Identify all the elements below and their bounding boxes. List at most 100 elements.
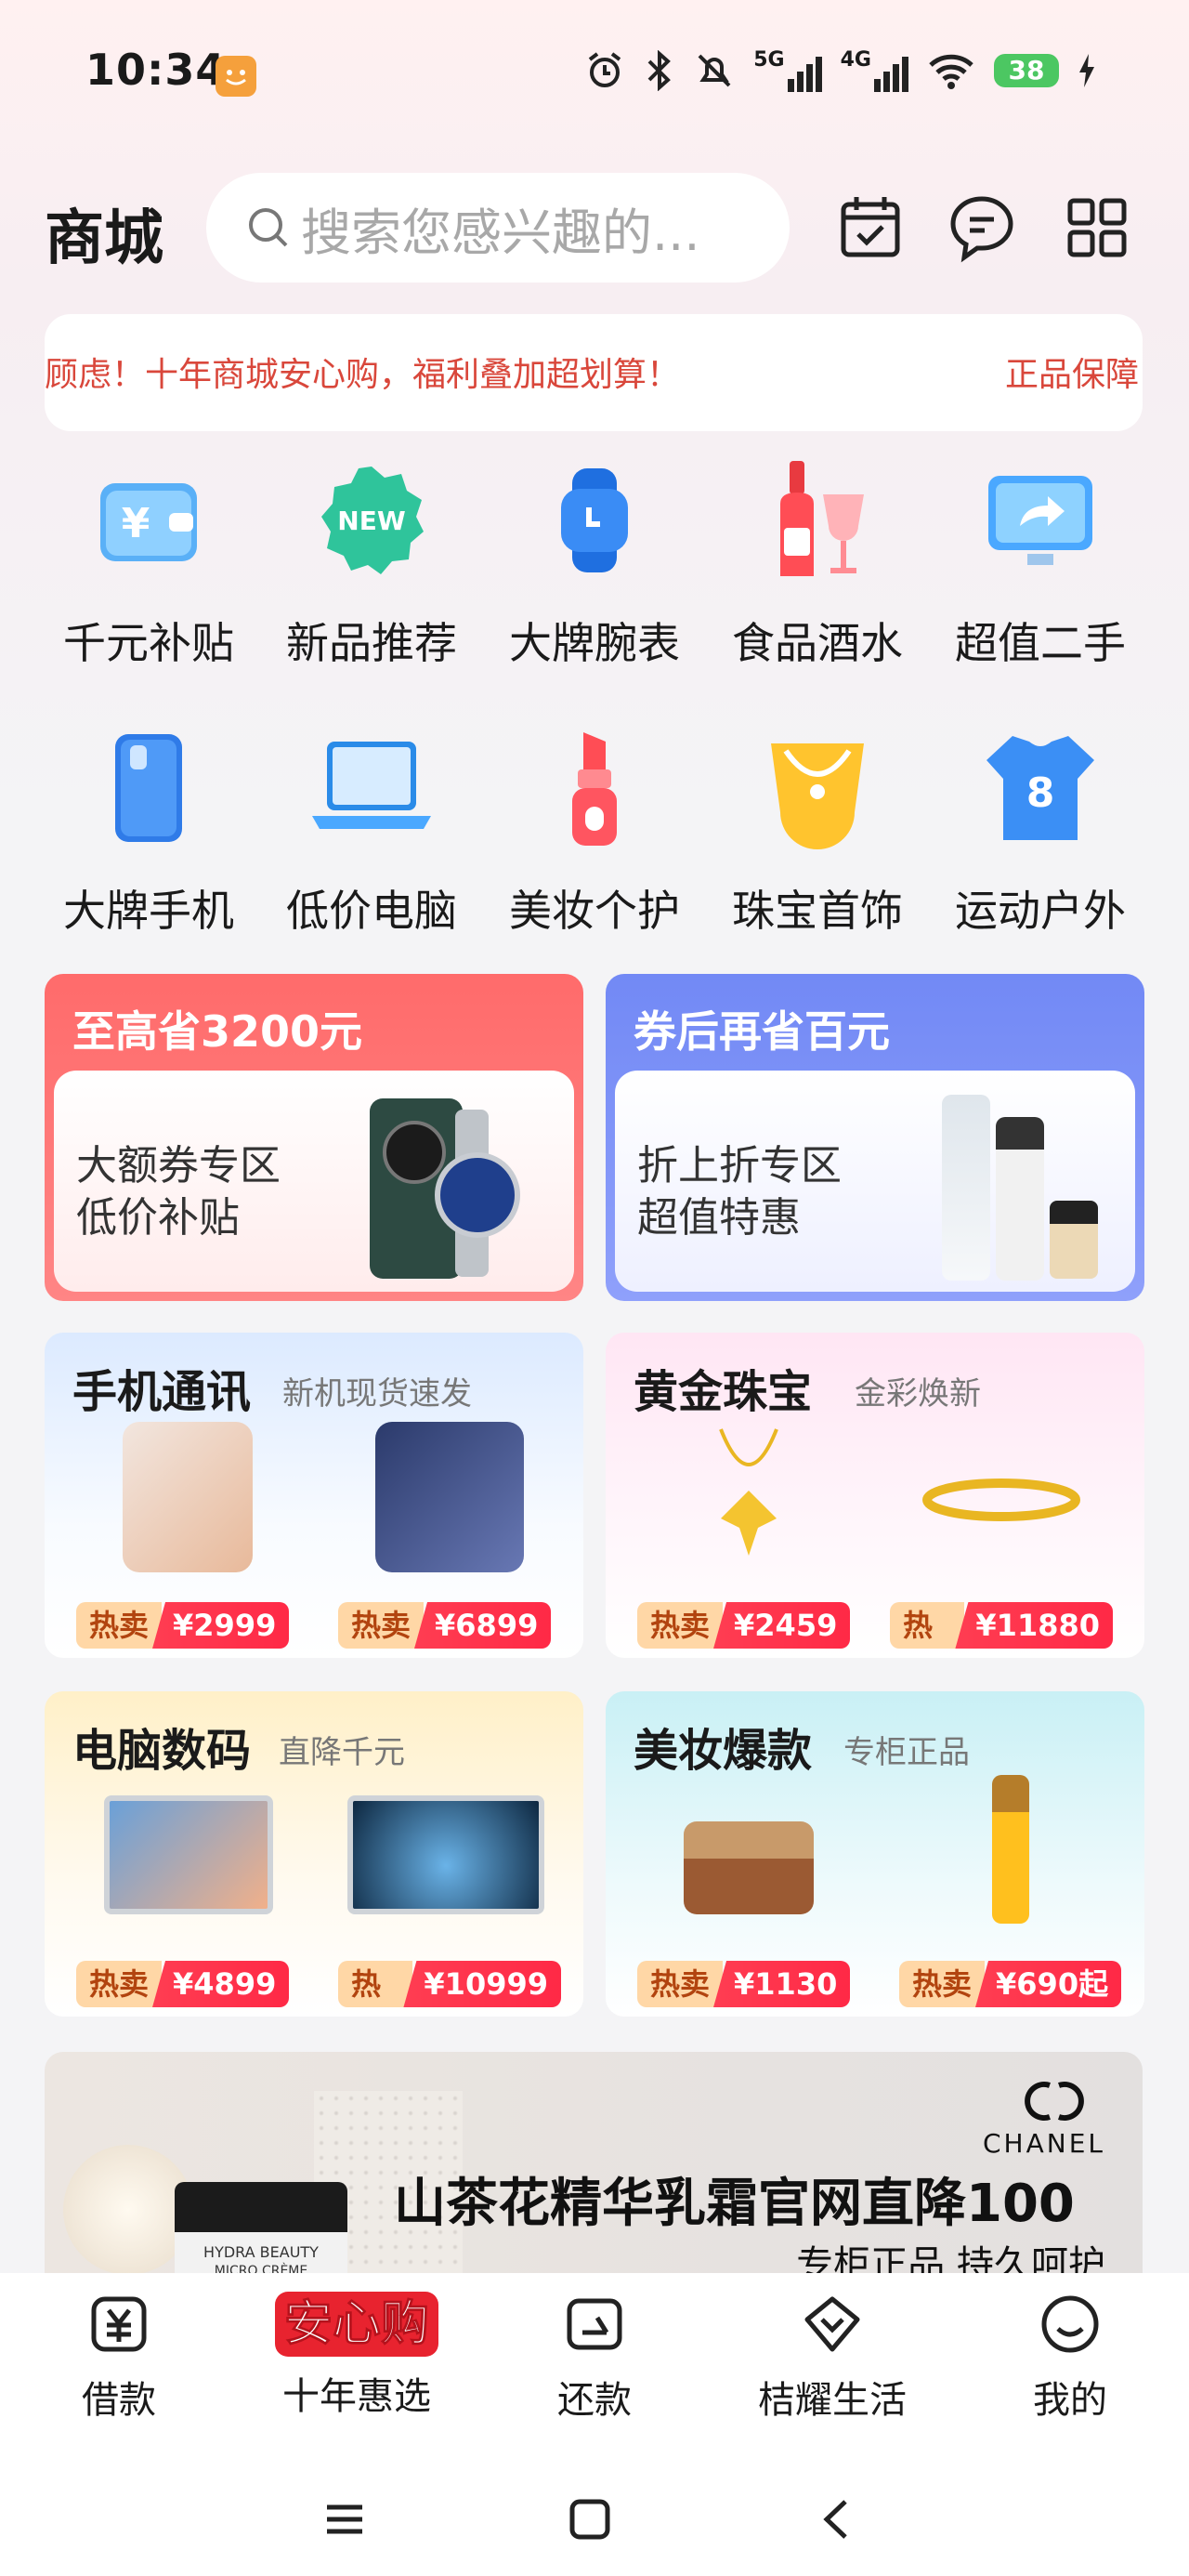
product-card-computers[interactable]: 电脑数码 直降千元 热卖¥4899 热卖¥10999 <box>45 1691 583 2017</box>
grid-menu-icon[interactable] <box>1061 191 1133 264</box>
category-sports[interactable]: 8 运动户外 <box>938 723 1143 939</box>
promo-heading: 券后再省百元 <box>634 1006 890 1057</box>
macbook-image <box>347 1795 544 1914</box>
battery-indicator: 38 <box>994 53 1059 87</box>
category-phone[interactable]: 大牌手机 <box>46 723 251 939</box>
nav-item-selection[interactable]: 安心购 十年惠选 <box>255 2292 459 2420</box>
essence-bottle-image <box>996 1117 1044 1281</box>
jar-label: HYDRA BEAUTY <box>203 2243 319 2261</box>
nav-label: 我的 <box>1033 2379 1107 2422</box>
promo-card-discount[interactable]: 券后再省百元 折上折专区 超值特惠 <box>606 974 1144 1301</box>
product-card-subtitle: 新机现货速发 <box>282 1375 472 1413</box>
promo-heading: 至高省3200元 <box>72 1006 363 1057</box>
wine-icon <box>752 455 882 585</box>
product-item[interactable]: 热卖 ¥4899 <box>76 1775 299 2007</box>
product-card-subtitle: 金彩焕新 <box>855 1375 981 1413</box>
laptop-image <box>104 1795 273 1914</box>
product-card-subtitle: 专柜正品 <box>843 1734 970 1771</box>
camellia-flower-image <box>63 2145 193 2275</box>
product-item[interactable]: 热卖 ¥690起 <box>899 1775 1122 2007</box>
promo-line2: 低价补贴 <box>76 1194 240 1242</box>
product-item[interactable]: 热卖 ¥6899 <box>338 1416 561 1649</box>
repay-icon <box>567 2298 622 2350</box>
category-secondhand[interactable]: 超值二手 <box>938 455 1143 671</box>
category-label: 新品推荐 <box>286 618 457 668</box>
notice-bar[interactable]: 顾虑！十年商城安心购，福利叠加超划算！ 正品保障 <box>45 314 1143 431</box>
category-new[interactable]: NEW 新品推荐 <box>269 455 474 671</box>
product-card-title: 电脑数码 <box>72 1725 252 1777</box>
search-icon <box>249 208 288 247</box>
category-subsidy[interactable]: ¥ 千元补贴 <box>46 455 251 671</box>
price-tag: 热卖¥10999 <box>338 1961 561 2007</box>
app-notification-icon <box>216 56 256 97</box>
category-label: 低价电脑 <box>286 886 457 936</box>
system-nav-bar <box>0 2459 1189 2576</box>
nav-label: 十年惠选 <box>282 2375 431 2418</box>
nav-item-life[interactable]: 桔耀生活 <box>730 2292 934 2424</box>
home-icon[interactable] <box>567 2496 613 2543</box>
bottom-nav: 借款 安心购 十年惠选 还款 桔耀生活 我的 <box>0 2273 1189 2459</box>
price-tag: 热卖 ¥4899 <box>76 1961 290 2007</box>
product-item[interactable]: 热卖 ¥1130 <box>637 1775 860 2007</box>
category-laptop[interactable]: 低价电脑 <box>269 723 474 939</box>
product-card-gold[interactable]: 黄金珠宝 金彩焕新 热卖¥2459 热卖¥11880 <box>606 1333 1144 1658</box>
phone-icon <box>84 723 214 853</box>
necklace-icon <box>752 723 882 853</box>
status-bar: 10:34 5G 4G 38 <box>0 0 1189 149</box>
nav-item-repay[interactable]: 还款 <box>492 2292 697 2424</box>
gold-serum-image <box>992 1775 1029 1924</box>
status-time: 10:34 <box>85 45 227 95</box>
mute-icon <box>698 54 731 86</box>
price-tag: 热卖 ¥6899 <box>338 1602 552 1649</box>
product-item[interactable]: 热卖¥10999 <box>338 1775 561 2007</box>
product-card-beauty[interactable]: 美妆爆款 专柜正品 热卖 ¥1130 热卖 ¥690起 <box>606 1691 1144 2017</box>
category-label: 食品酒水 <box>732 618 903 668</box>
search-bar[interactable]: 搜索您感兴趣的... <box>206 173 790 283</box>
price-tag: 热卖 ¥690起 <box>899 1961 1122 2007</box>
category-food-drink[interactable]: 食品酒水 <box>715 455 920 671</box>
category-label: 运动户外 <box>955 886 1126 936</box>
profile-icon <box>1041 2295 1099 2353</box>
nav-label: 借款 <box>82 2379 156 2422</box>
wifi-icon <box>929 54 973 89</box>
promo-line1: 折上折专区 <box>637 1142 842 1189</box>
calendar-checkin-icon[interactable] <box>834 191 907 264</box>
page-title: 商城 <box>45 204 163 273</box>
category-watch[interactable]: 大牌腕表 <box>492 455 697 671</box>
nav-item-loan[interactable]: 借款 <box>17 2292 221 2424</box>
category-label: 大牌手机 <box>63 886 234 936</box>
search-placeholder: 搜索您感兴趣的... <box>301 203 700 262</box>
perfume-bottle-image <box>1050 1201 1098 1279</box>
notice-text: 顾虑！十年商城安心购，福利叠加超划算！ <box>45 356 681 394</box>
gold-necklace-image <box>719 1428 778 1556</box>
svg-text:NEW: NEW <box>337 506 406 536</box>
svg-text:¥: ¥ <box>122 500 150 547</box>
price-tag: 热卖¥11880 <box>890 1602 1113 1649</box>
category-label: 珠宝首饰 <box>732 886 903 936</box>
cream-jar-image <box>684 1821 814 1914</box>
message-icon[interactable] <box>946 191 1018 264</box>
product-card-subtitle: 直降千元 <box>279 1734 405 1771</box>
flip-phone-image <box>375 1422 524 1572</box>
promo-card-coupon[interactable]: 至高省3200元 大额券专区 低价补贴 <box>45 974 583 1301</box>
category-label: 美妆个护 <box>509 886 680 936</box>
product-item[interactable]: 热卖 ¥2999 <box>76 1416 299 1649</box>
menu-icon[interactable] <box>321 2496 368 2543</box>
product-item[interactable]: 热卖 ¥2459 <box>637 1416 860 1649</box>
bluetooth-icon <box>647 49 672 91</box>
new-badge-icon: NEW <box>307 455 437 585</box>
nav-label: 还款 <box>557 2379 632 2422</box>
laptop-icon <box>307 723 437 853</box>
loan-icon <box>91 2296 147 2352</box>
nav-item-mine[interactable]: 我的 <box>968 2292 1172 2424</box>
category-jewelry[interactable]: 珠宝首饰 <box>715 723 920 939</box>
safe-buy-badge: 安心购 <box>274 2292 438 2357</box>
alarm-icon <box>589 51 621 87</box>
charging-icon <box>1079 53 1094 87</box>
category-beauty[interactable]: 美妆个护 <box>492 723 697 939</box>
price-tag: 热卖 ¥2999 <box>76 1602 290 1649</box>
product-card-phones[interactable]: 手机通讯 新机现货速发 热卖 ¥2999 热卖 ¥6899 <box>45 1333 583 1658</box>
product-item[interactable]: 热卖¥11880 <box>890 1416 1113 1649</box>
back-icon[interactable] <box>814 2496 860 2543</box>
promo-line1: 大额券专区 <box>76 1142 281 1189</box>
